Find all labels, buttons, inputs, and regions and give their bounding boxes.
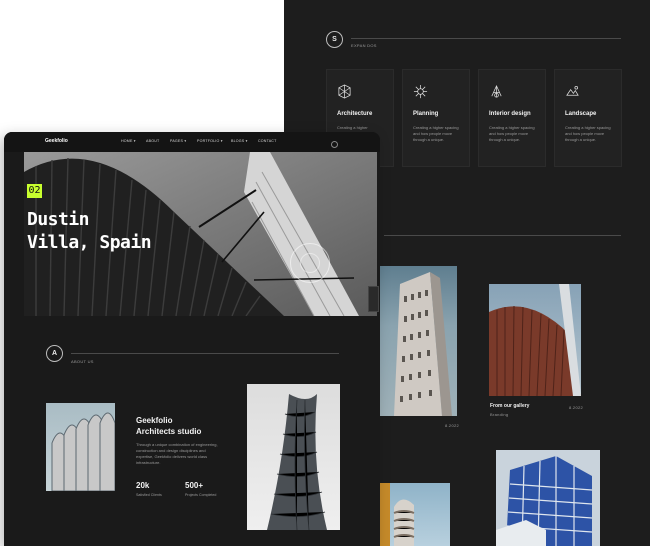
side-scroll-handle[interactable] [368,286,379,312]
about-heading-line1: Geekfolio [136,416,173,425]
nav-item-about[interactable]: ABOUT [146,139,159,143]
stat-label: Satisfied Clients [136,493,162,497]
planning-icon [413,84,428,99]
hero-title: Dustin Villa, Spain [27,208,177,254]
service-desc: Creating a higher spacing and how people… [413,125,459,142]
stat-clients: 20k Satisfied Clients [136,481,162,497]
service-card-interior[interactable]: Interior design Creating a higher spacin… [478,69,546,167]
about-badge: A [46,345,63,362]
twisted-tower-illustration [267,394,327,530]
about-photo-tower [247,384,340,530]
about-label: ABOUT US [71,359,94,364]
gallery-item-sub: Branding [490,412,509,417]
service-title: Interior design [489,111,531,117]
facade-illustration [489,284,581,396]
gallery-item-title: From our gallery [490,403,530,409]
gallery-divider [384,235,621,236]
front-page: Geekfolio HOME ▾ ABOUT PAGES ▾ PORTFOLIO… [4,132,380,546]
glass-tower-illustration [496,456,593,546]
site-logo[interactable]: Geekfolio [45,138,68,144]
gallery-photo-curved-facade[interactable] [489,284,581,396]
spiral-illustration [380,483,415,546]
hero-title-line1: Dustin [27,209,90,230]
gallery-photo-glass-tower[interactable] [496,450,600,546]
gallery-photo-spiral[interactable] [380,483,450,546]
service-title: Architecture [337,111,373,117]
about-body: Through a unique combination of engineer… [136,442,218,465]
nav-item-portfolio[interactable]: PORTFOLIO ▾ [197,139,223,143]
services-divider [351,38,621,39]
hero-title-line2: Villa, Spain [27,232,152,253]
hero-stamp-icon [290,243,330,283]
nav-item-home[interactable]: HOME ▾ [121,139,136,143]
nav-item-contact[interactable]: CONTACT [258,139,277,143]
interior-icon [491,84,502,98]
services-label: EXPAN DOS [351,43,377,48]
stat-value: 500+ [185,481,204,490]
waves-illustration [51,412,115,491]
stat-projects: 500+ Projects Completed [185,481,216,497]
service-title: Landscape [565,111,597,117]
hero-number-badge: 02 [27,184,42,198]
nav-item-blogs[interactable]: BLOGS ▾ [231,139,248,143]
search-icon[interactable] [331,141,338,148]
about-heading-line2: Architects studio [136,427,202,436]
about-photo-waves [46,403,115,491]
architecture-icon [338,84,351,99]
top-navbar: Geekfolio HOME ▾ ABOUT PAGES ▾ PORTFOLIO… [4,132,380,152]
about-divider [71,353,339,354]
service-card-planning[interactable]: Planning Creating a higher spacing and h… [402,69,470,167]
gallery-item-date: 8.2022 [569,405,584,410]
service-desc: Creating a higher [337,125,368,130]
gallery-photo-tower[interactable] [380,266,457,416]
stat-label: Projects Completed [185,493,217,497]
service-desc: Creating a higher spacing and how people… [489,125,535,142]
service-desc: Creating a higher spacing and how people… [565,125,611,142]
about-heading: Geekfolio Architects studio [136,415,201,437]
landscape-icon [566,85,579,96]
tower-illustration [394,272,452,416]
gallery-item-date: 8.2022 [445,423,460,428]
nav-item-pages[interactable]: PAGES ▾ [170,139,186,143]
services-badge: S [326,31,343,48]
stat-value: 20k [136,481,150,490]
service-title: Planning [413,111,439,117]
service-card-landscape[interactable]: Landscape Creating a higher spacing and … [554,69,622,167]
